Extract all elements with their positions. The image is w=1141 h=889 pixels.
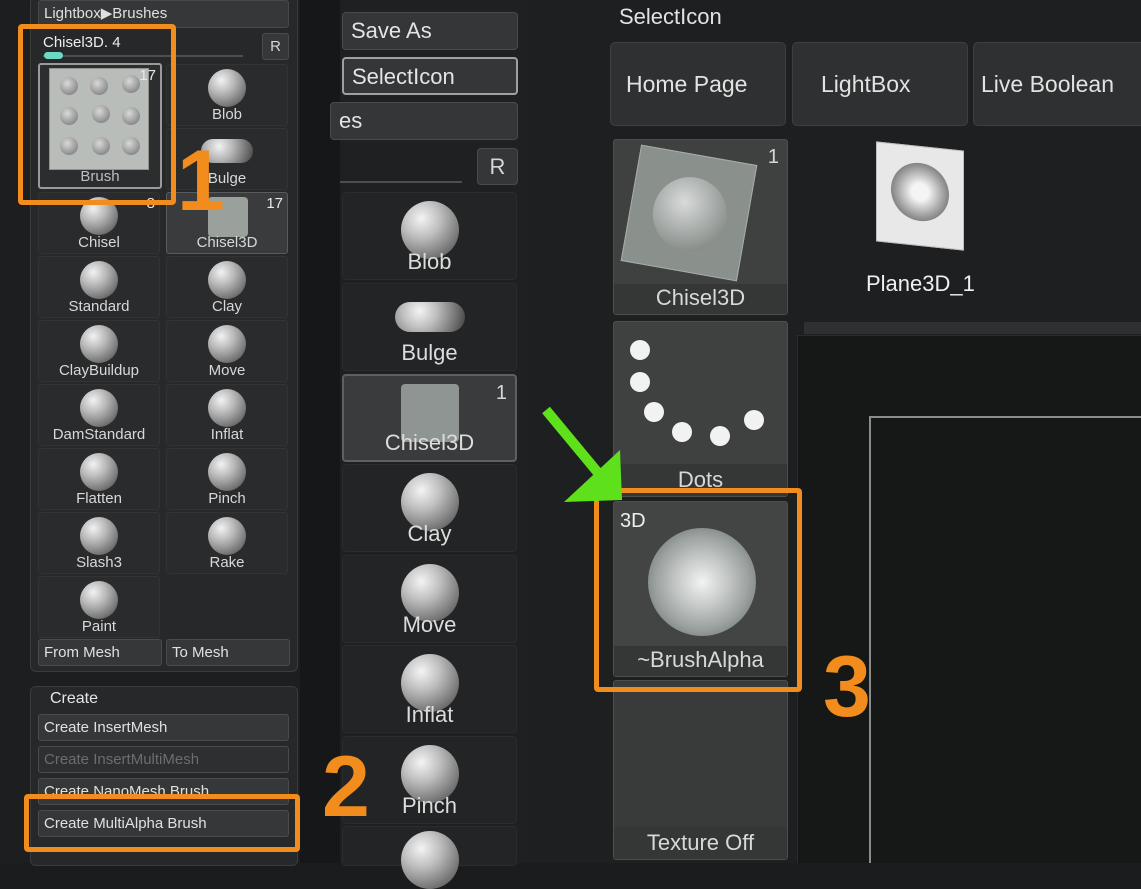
brush-label: Paint	[81, 618, 117, 635]
dot-mark	[710, 426, 730, 446]
chisel3d-tile-icon	[620, 144, 758, 282]
refresh-r-button[interactable]: R	[262, 33, 289, 60]
tool-chisel3d[interactable]: 1 Chisel3D	[342, 374, 517, 462]
brush-label: Move	[208, 362, 246, 379]
create-insertmultimesh-button[interactable]: Create InsertMultiMesh	[38, 746, 289, 773]
dots-alpha-tile[interactable]: Dots	[613, 321, 788, 497]
tool-label: Chisel3D	[384, 430, 475, 455]
create-insertmesh-button[interactable]: Create InsertMesh	[38, 714, 289, 741]
tool-r-button[interactable]: R	[477, 148, 518, 185]
brush-blob[interactable]: Blob	[166, 64, 288, 126]
live-boolean-button[interactable]: Live Boolean	[973, 42, 1141, 126]
partial-button[interactable]: es	[330, 102, 518, 140]
callout-box-3	[594, 488, 802, 692]
dot-mark	[630, 340, 650, 360]
rake-brush-icon	[208, 517, 246, 555]
brush-pinch[interactable]: Pinch	[166, 448, 288, 510]
texture-off-tile[interactable]: Texture Off	[613, 680, 788, 860]
tool-label: Clay	[407, 521, 452, 546]
brush-standard[interactable]: Standard	[38, 256, 160, 318]
callout-number-1: 1	[177, 133, 225, 229]
tile-label: Chisel3D	[655, 285, 746, 310]
callout-box-1	[18, 24, 176, 205]
tool-slider-track[interactable]	[340, 181, 462, 183]
tool-label: Move	[402, 612, 457, 637]
pinch-brush-icon	[208, 453, 246, 491]
callout-number-3: 3	[823, 639, 871, 735]
brush-label: ClayBuildup	[58, 362, 140, 379]
brush-claybuildup[interactable]: ClayBuildup	[38, 320, 160, 382]
slash3-brush-icon	[80, 517, 118, 555]
brush-label: DamStandard	[52, 426, 146, 443]
brush-inflat[interactable]: Inflat	[166, 384, 288, 446]
brush-count: 17	[266, 195, 283, 212]
lightbox-button[interactable]: LightBox	[792, 42, 968, 126]
brush-slash3[interactable]: Slash3	[38, 512, 160, 574]
bulge-icon	[394, 302, 465, 332]
tool-clay[interactable]: Clay	[342, 464, 517, 552]
brush-label: Slash3	[76, 554, 122, 571]
brush-flatten[interactable]: Flatten	[38, 448, 160, 510]
tool-label: Bulge	[401, 340, 458, 365]
to-mesh-button[interactable]: To Mesh	[166, 639, 290, 666]
damstandard-brush-icon	[80, 389, 118, 427]
brush-move[interactable]: Move	[166, 320, 288, 382]
tool-blob[interactable]: Blob	[342, 192, 517, 280]
brush-rake[interactable]: Rake	[166, 512, 288, 574]
claybuildup-brush-icon	[80, 325, 118, 363]
green-arrow-icon	[542, 406, 622, 502]
canvas-frame	[869, 416, 1141, 863]
brush-paint[interactable]: Paint	[38, 576, 160, 638]
tool-label: Blob	[407, 249, 452, 274]
dot-mark	[744, 410, 764, 430]
callout-number-2: 2	[322, 739, 370, 835]
texture-off-label: Texture Off	[646, 830, 755, 855]
chisel3d-tile[interactable]: 1 Chisel3D	[613, 139, 788, 315]
standard-brush-icon	[80, 261, 118, 299]
brush-label: Clay	[211, 298, 242, 315]
brush-label: Inflat	[210, 426, 244, 443]
select-icon-button[interactable]: SelectIcon	[342, 57, 518, 95]
clay-brush-icon	[208, 261, 246, 299]
tool-move[interactable]: Move	[342, 555, 517, 643]
paint-brush-icon	[80, 581, 118, 619]
save-as-button[interactable]: Save As	[342, 12, 518, 50]
dot-mark	[630, 372, 650, 392]
tool-inflat[interactable]: Inflat	[342, 645, 517, 733]
panel-separator	[804, 322, 1141, 334]
move-brush-icon	[208, 325, 246, 363]
tool-count: 1	[495, 382, 507, 404]
tool-bulge[interactable]: Bulge	[342, 283, 517, 371]
inflat-brush-icon	[208, 389, 246, 427]
brush-label: Blob	[211, 106, 243, 123]
brush-label: Chisel3D	[196, 234, 258, 251]
dot-mark	[672, 422, 692, 442]
plane3d-thumbnail-icon[interactable]	[876, 141, 964, 251]
create-title: Create	[50, 690, 99, 707]
section-title: SelectIcon	[619, 4, 722, 29]
flatten-brush-icon	[80, 453, 118, 491]
brush-label: Standard	[68, 298, 130, 315]
brush-label: Rake	[209, 554, 245, 571]
from-mesh-button[interactable]: From Mesh	[38, 639, 162, 666]
tile-count: 1	[767, 146, 779, 168]
rake-icon	[400, 831, 459, 889]
dot-mark	[644, 402, 664, 422]
tool-label: Inflat	[405, 702, 454, 727]
brush-damstandard[interactable]: DamStandard	[38, 384, 160, 446]
brush-label: Chisel	[78, 234, 120, 251]
blob-brush-icon	[208, 69, 246, 107]
home-page-button[interactable]: Home Page	[610, 42, 786, 126]
brush-label: Pinch	[208, 490, 246, 507]
brush-clay[interactable]: Clay	[166, 256, 288, 318]
callout-box-2	[24, 794, 300, 852]
brush-label: Flatten	[76, 490, 122, 507]
plane3d-label: Plane3D_1	[866, 271, 975, 296]
